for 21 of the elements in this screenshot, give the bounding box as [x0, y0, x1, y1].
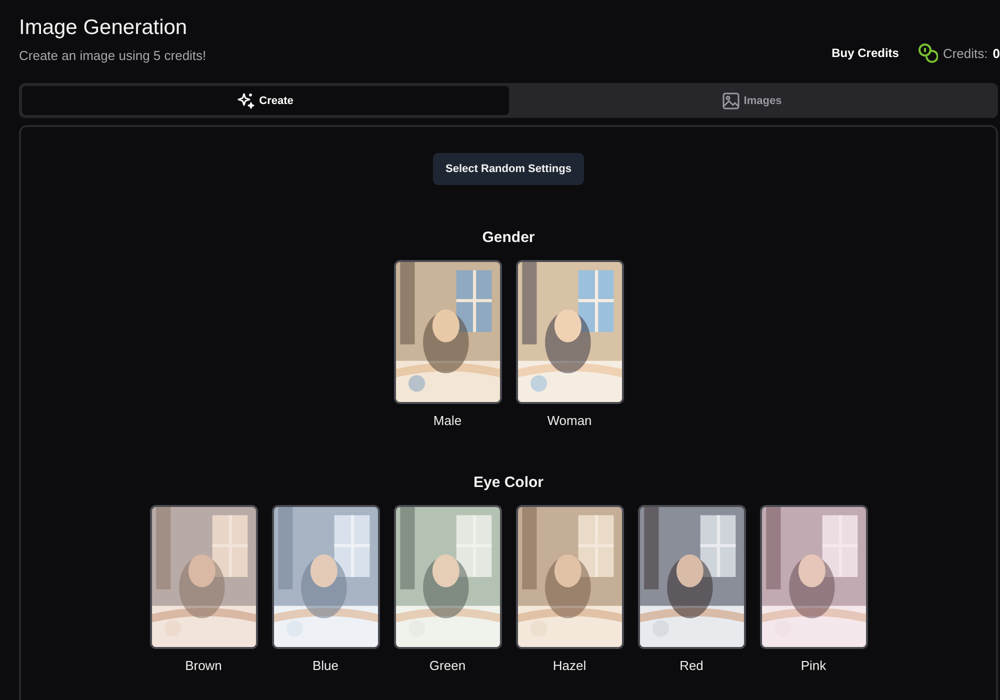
option-label: Hazel	[552, 658, 586, 673]
page-subtitle: Create an image using 5 credits!	[19, 48, 206, 63]
buy-credits-button[interactable]: Buy Credits	[832, 46, 899, 60]
option-label: Blue	[312, 658, 339, 673]
tab[interactable]: Create	[22, 86, 508, 115]
option-label: Woman	[547, 413, 592, 428]
option-label: Male	[433, 413, 462, 428]
credits-value: 0	[992, 46, 1000, 60]
page-title: Image Generation	[19, 16, 188, 40]
option-label: Green	[429, 658, 466, 673]
random-settings-button[interactable]: Select Random Settings	[432, 153, 584, 185]
section-title: Gender	[482, 229, 535, 246]
credits-label: Credits:	[942, 46, 988, 60]
sparkle-icon	[237, 92, 256, 110]
option-label: Brown	[185, 658, 222, 673]
option-label: Pink	[800, 658, 826, 673]
section-title: Eye Color	[473, 474, 544, 491]
coins-icon	[918, 43, 938, 63]
image-icon	[722, 92, 740, 110]
tab[interactable]: Images	[508, 86, 995, 115]
option-label: Red	[680, 658, 704, 673]
